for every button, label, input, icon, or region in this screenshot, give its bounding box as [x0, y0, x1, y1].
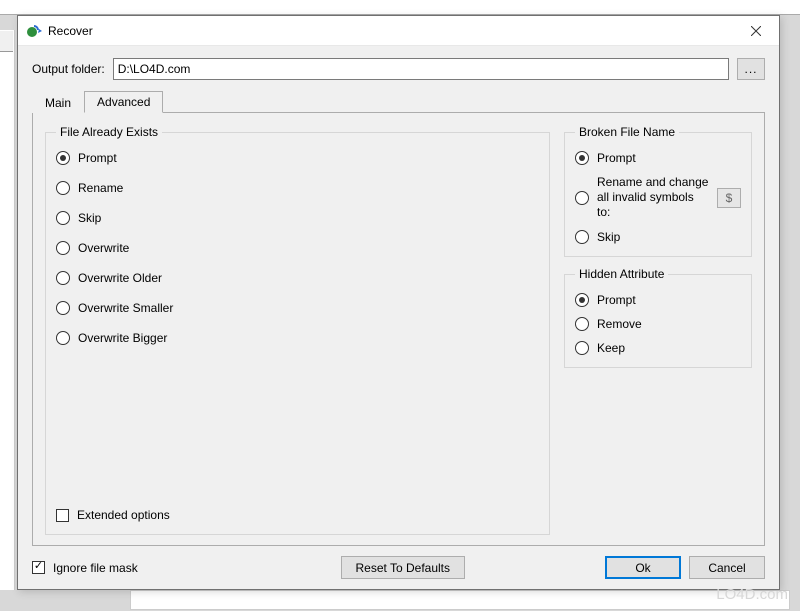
broken-option-skip[interactable]: Skip [575, 230, 741, 244]
group-hidden-attribute: Hidden Attribute Prompt Remove Keep [564, 267, 752, 368]
radio-icon [575, 151, 589, 165]
close-icon [751, 26, 761, 36]
extended-options-checkbox[interactable]: Extended options [56, 508, 539, 522]
hidden-option-keep[interactable]: Keep [575, 341, 741, 355]
fae-option-label: Overwrite Older [78, 271, 162, 285]
radio-icon [575, 317, 589, 331]
broken-option-label: Skip [597, 230, 620, 244]
fae-option-label: Rename [78, 181, 123, 195]
app-icon [26, 23, 42, 39]
dialog-footer: Ignore file mask Reset To Defaults Ok Ca… [32, 546, 765, 579]
radio-icon [575, 191, 589, 205]
titlebar: Recover [18, 16, 779, 46]
radio-icon [56, 271, 70, 285]
hidden-option-remove[interactable]: Remove [575, 317, 741, 331]
group-file-already-exists: File Already Exists Prompt Rename Skip [45, 125, 550, 535]
broken-option-rename[interactable]: Rename and change all invalid symbols to… [575, 175, 741, 220]
fae-option-rename[interactable]: Rename [56, 181, 539, 195]
hidden-option-label: Prompt [597, 293, 636, 307]
radio-icon [56, 301, 70, 315]
output-folder-row: Output folder: ... [32, 58, 765, 80]
radio-icon [575, 293, 589, 307]
group-file-already-exists-legend: File Already Exists [56, 125, 162, 139]
radio-icon [56, 181, 70, 195]
fae-option-label: Overwrite Bigger [78, 331, 167, 345]
cancel-button-label: Cancel [708, 561, 745, 575]
ignore-file-mask-checkbox[interactable]: Ignore file mask [32, 561, 138, 575]
fae-option-label: Overwrite [78, 241, 129, 255]
output-folder-input[interactable] [113, 58, 729, 80]
fae-option-prompt[interactable]: Prompt [56, 151, 539, 165]
hidden-option-label: Remove [597, 317, 642, 331]
radio-icon [575, 341, 589, 355]
broken-option-label: Rename and change all invalid symbols to… [597, 175, 709, 220]
radio-icon [56, 241, 70, 255]
fae-option-overwrite-older[interactable]: Overwrite Older [56, 271, 539, 285]
tab-strip: Main Advanced [32, 90, 765, 112]
tab-advanced-label: Advanced [97, 95, 150, 109]
group-broken-file-name-legend: Broken File Name [575, 125, 679, 139]
client-area: Output folder: ... Main Advanced File Al… [18, 46, 779, 589]
tab-main[interactable]: Main [32, 92, 84, 113]
tabs: Main Advanced File Already Exists Prompt [32, 90, 765, 546]
group-hidden-attribute-legend: Hidden Attribute [575, 267, 668, 281]
fae-option-skip[interactable]: Skip [56, 211, 539, 225]
invalid-symbol-input[interactable] [717, 188, 741, 208]
fae-option-overwrite[interactable]: Overwrite [56, 241, 539, 255]
fae-option-label: Overwrite Smaller [78, 301, 173, 315]
group-broken-file-name: Broken File Name Prompt Rename and chang… [564, 125, 752, 257]
recover-dialog: Recover Output folder: ... Main Advanced [17, 15, 780, 590]
fae-option-overwrite-bigger[interactable]: Overwrite Bigger [56, 331, 539, 345]
tab-advanced[interactable]: Advanced [84, 91, 163, 113]
tab-panel-advanced: File Already Exists Prompt Rename Skip [32, 112, 765, 546]
radio-icon [575, 230, 589, 244]
browse-button[interactable]: ... [737, 58, 765, 80]
ok-button-label: Ok [635, 561, 650, 575]
radio-icon [56, 211, 70, 225]
extended-options-label: Extended options [77, 508, 170, 522]
cancel-button[interactable]: Cancel [689, 556, 765, 579]
broken-option-label: Prompt [597, 151, 636, 165]
close-button[interactable] [733, 16, 779, 46]
checkbox-icon [32, 561, 45, 574]
output-folder-label: Output folder: [32, 62, 105, 76]
radio-icon [56, 151, 70, 165]
ignore-file-mask-label: Ignore file mask [53, 561, 138, 575]
reset-defaults-button[interactable]: Reset To Defaults [341, 556, 466, 579]
browse-button-label: ... [744, 62, 757, 76]
fae-option-label: Skip [78, 211, 101, 225]
tab-main-label: Main [45, 96, 71, 110]
checkbox-icon [56, 509, 69, 522]
fae-option-overwrite-smaller[interactable]: Overwrite Smaller [56, 301, 539, 315]
fae-option-label: Prompt [78, 151, 117, 165]
ok-button[interactable]: Ok [605, 556, 681, 579]
reset-defaults-label: Reset To Defaults [356, 561, 451, 575]
radio-icon [56, 331, 70, 345]
hidden-option-prompt[interactable]: Prompt [575, 293, 741, 307]
window-title: Recover [48, 24, 93, 38]
broken-option-prompt[interactable]: Prompt [575, 151, 741, 165]
hidden-option-label: Keep [597, 341, 625, 355]
